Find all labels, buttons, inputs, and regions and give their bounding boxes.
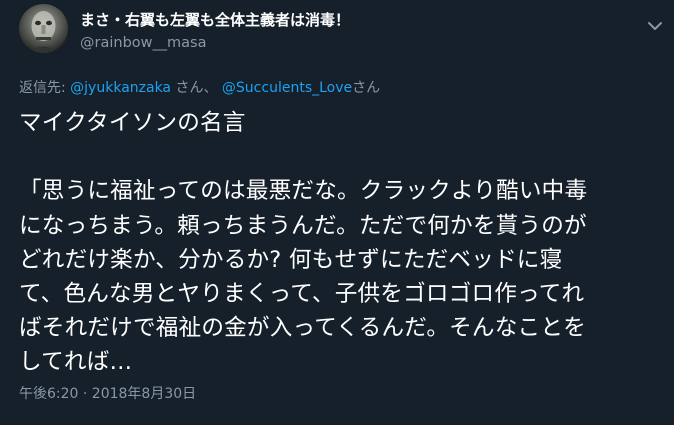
tweet-text: マイクタイソンの名言 「思うに福祉ってのは最悪だな。クラックより酷い中毒 になっ… — [19, 106, 669, 380]
tweet-line: ばそれだけで福祉の金が入ってくるんだ。そんなことを — [19, 315, 586, 342]
tweet-timestamp[interactable]: 午後6:20 · 2018年8月30日 — [19, 384, 196, 404]
reply-mention-2[interactable]: @Succulents_Love — [222, 80, 352, 96]
reply-mention-1[interactable]: @jyukkanzaka — [70, 80, 171, 96]
tweet: まさ・右翼も左翼も全体主義者は消毒！ @rainbow__masa 返信先: @… — [0, 0, 674, 425]
reply-prefix: 返信先: — [19, 80, 71, 96]
tweet-line: 「思うに福祉ってのは最悪だな。クラックより酷い中毒 — [19, 178, 588, 205]
avatar[interactable] — [19, 4, 68, 53]
chevron-down-icon[interactable] — [647, 17, 663, 30]
tweet-line — [19, 140, 669, 174]
tweet-line: マイクタイソンの名言 — [19, 110, 246, 136]
reply-separator-2: さん — [352, 80, 381, 96]
reply-context: 返信先: @jyukkanzaka さん、 @Succulents_Loveさん — [19, 78, 380, 98]
author-display-name[interactable]: まさ・右翼も左翼も全体主義者は消毒！ — [80, 10, 350, 30]
author-header[interactable]: まさ・右翼も左翼も全体主義者は消毒！ @rainbow__masa — [80, 10, 350, 53]
avatar-image — [19, 4, 68, 53]
author-handle[interactable]: @rainbow__masa — [80, 33, 350, 53]
tweet-line: してれば… — [19, 349, 133, 376]
reply-separator-1: さん、 — [171, 80, 222, 96]
tweet-line: になっちまう。頼っちまうんだ。ただで何かを貰うのが — [19, 212, 587, 239]
tweet-line: どれだけ楽か、分かるか? 何もせずにただベッドに寝 — [19, 246, 563, 273]
tweet-line: て、色んな男とヤりまくって、子供をゴロゴロ作ってれ — [19, 280, 585, 307]
